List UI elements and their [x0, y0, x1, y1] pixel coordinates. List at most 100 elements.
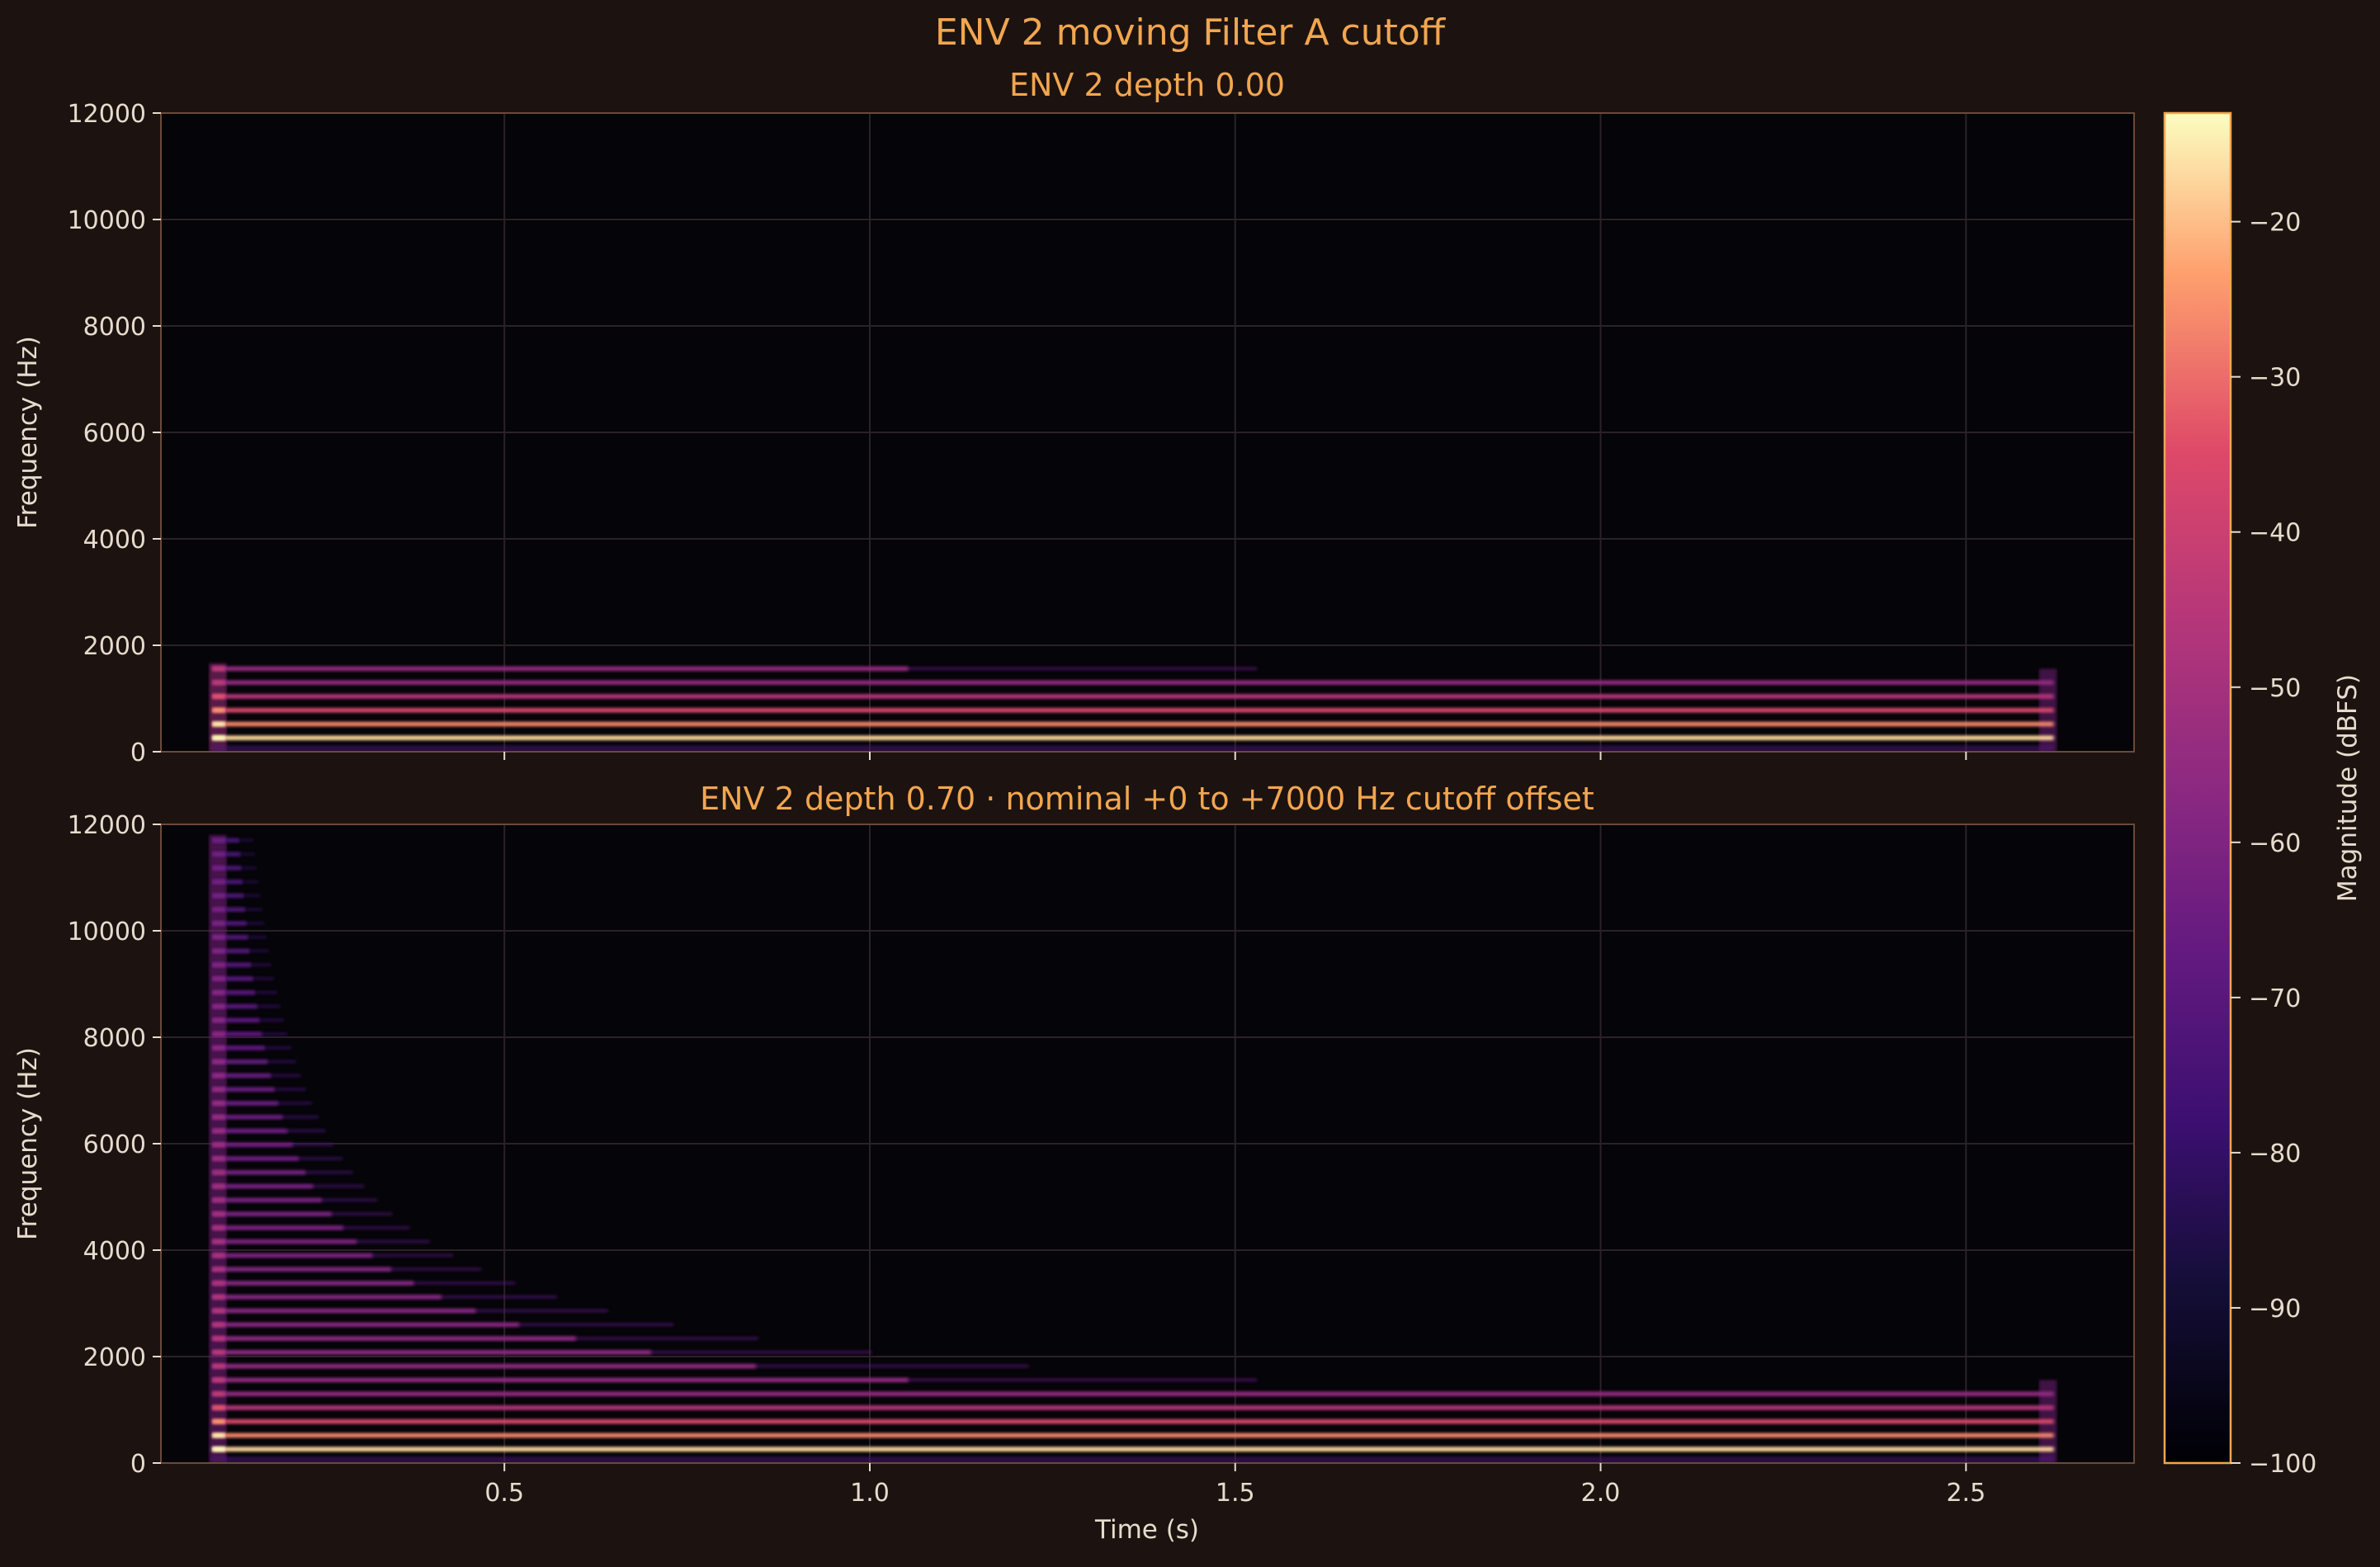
harmonic-band [211, 1363, 757, 1369]
harmonic-onset [211, 1031, 225, 1037]
harmonic-onset [211, 694, 225, 699]
harmonic-onset [211, 1391, 225, 1397]
panel-bottom-y-axis: 0 2000 4000 6000 8000 10000 12000 [68, 811, 161, 1479]
x-tick-label: 2.0 [1581, 1479, 1621, 1508]
harmonic-tail [414, 1281, 516, 1286]
harmonic-onset [211, 1073, 225, 1078]
harmonic-onset [211, 666, 225, 672]
harmonic-onset [211, 1101, 225, 1106]
harmonic-tail [259, 1018, 284, 1022]
harmonic-tail [372, 1253, 454, 1258]
harmonic-onset [211, 1308, 225, 1314]
harmonic-onset [211, 1322, 225, 1328]
harmonic-band [211, 1211, 333, 1217]
harmonic-band [211, 1391, 2054, 1397]
colorbar-label: Magnitude (dBFS) [2333, 674, 2363, 902]
colorbar-gradient [2163, 111, 2232, 1465]
harmonic-onset [211, 1267, 225, 1272]
harmonic-onset [211, 1349, 225, 1355]
harmonic-onset [211, 1405, 225, 1410]
harmonic-onset [211, 1197, 225, 1203]
panel-bottom-title: ENV 2 depth 0.70 · nominal +0 to +7000 H… [700, 781, 1594, 817]
y-tick-label: 2000 [83, 1343, 146, 1372]
panel-bottom: ENV 2 depth 0.70 · nominal +0 to +7000 H… [13, 781, 2135, 1545]
colorbar-tick-label: −50 [2249, 674, 2301, 703]
harmonic-tail [909, 667, 1258, 671]
harmonic-tail [243, 880, 259, 884]
harmonic-onset [211, 1087, 225, 1093]
x-tick-label: 2.5 [1946, 1479, 1986, 1508]
harmonic-onset [211, 879, 225, 885]
harmonic-onset [211, 1183, 225, 1189]
harmonic-tail [391, 1267, 482, 1272]
harmonic-onset [211, 921, 225, 926]
x-tick-label: 1.5 [1216, 1479, 1255, 1508]
harmonic-tail [576, 1336, 758, 1341]
harmonic-band [211, 1432, 2054, 1438]
harmonic-tail [293, 1142, 334, 1147]
harmonic-onset [211, 1045, 225, 1050]
colorbar-tick-label: −60 [2249, 829, 2301, 858]
harmonic-onset [211, 1294, 225, 1300]
harmonic-band [211, 1183, 314, 1189]
harmonic-onset [211, 1017, 225, 1023]
harmonic-tail [239, 838, 254, 842]
harmonic-onset [211, 1128, 225, 1134]
colorbar-tick-label: −30 [2249, 364, 2301, 393]
harmonic-onset [211, 707, 225, 713]
y-tick-label: 10000 [68, 918, 146, 946]
y-tick-label: 12000 [68, 811, 146, 840]
harmonic-onset [211, 838, 225, 843]
harmonic-tail [442, 1295, 557, 1299]
harmonic-band [211, 1197, 323, 1203]
harmonic-tail [252, 962, 272, 967]
y-tick-label: 4000 [83, 1237, 146, 1266]
harmonic-band [211, 1349, 652, 1355]
harmonic-tail [278, 1101, 313, 1106]
harmonic-onset [211, 989, 225, 995]
panel-top-title: ENV 2 depth 0.00 [1009, 67, 1285, 103]
harmonic-band [211, 680, 2054, 686]
harmonic-onset [211, 721, 225, 727]
harmonic-onset [211, 1169, 225, 1175]
colorbar-ticks: −20 −30 −40 −50 −60 −70 −80 −90 −100 [2231, 209, 2316, 1479]
harmonic-tail [476, 1309, 609, 1313]
panel-top-x-axis [503, 752, 1967, 760]
harmonic-band [211, 1169, 306, 1175]
harmonic-band [211, 694, 2054, 699]
harmonic-tail [262, 1031, 288, 1036]
y-tick-label: 0 [130, 1450, 146, 1479]
harmonic-band [211, 707, 2054, 713]
panel-top-ylabel: Frequency (Hz) [13, 336, 43, 529]
harmonic-onset [211, 1363, 225, 1369]
harmonic-tail [245, 907, 262, 912]
harmonic-onset [211, 934, 225, 940]
harmonic-tail [267, 1060, 296, 1064]
harmonic-band [211, 1239, 357, 1244]
x-tick-label: 0.5 [484, 1479, 524, 1508]
harmonic-tail [249, 949, 269, 953]
harmonic-band [211, 1281, 415, 1286]
y-tick-label: 8000 [83, 1024, 146, 1053]
colorbar-tick-label: −100 [2249, 1450, 2316, 1479]
harmonic-tail [651, 1350, 872, 1354]
harmonic-tail [909, 1378, 1258, 1382]
y-tick-label: 12000 [68, 100, 146, 129]
figure: ENV 2 moving Filter A cutoff ENV 2 depth… [0, 0, 2380, 1564]
y-tick-label: 6000 [83, 419, 146, 448]
colorbar-tick-label: −20 [2249, 209, 2301, 238]
y-tick-label: 4000 [83, 526, 146, 555]
harmonic-tail [519, 1322, 674, 1327]
panel-bottom-ylabel: Frequency (Hz) [13, 1047, 43, 1240]
harmonic-tail [257, 1004, 281, 1008]
harmonic-onset [211, 852, 225, 857]
panel-top-y-axis: 0 2000 4000 6000 8000 10000 12000 [68, 100, 161, 767]
panel-bottom-x-axis: 0.5 1.0 1.5 2.0 2.5 [484, 1463, 1986, 1508]
harmonic-tail [283, 1115, 319, 1119]
harmonic-onset [211, 1239, 225, 1244]
harmonic-band [211, 721, 2054, 727]
harmonic-tail [305, 1170, 353, 1174]
y-tick-label: 2000 [83, 632, 146, 661]
harmonic-onset [211, 735, 225, 741]
harmonic-tail [242, 866, 257, 871]
